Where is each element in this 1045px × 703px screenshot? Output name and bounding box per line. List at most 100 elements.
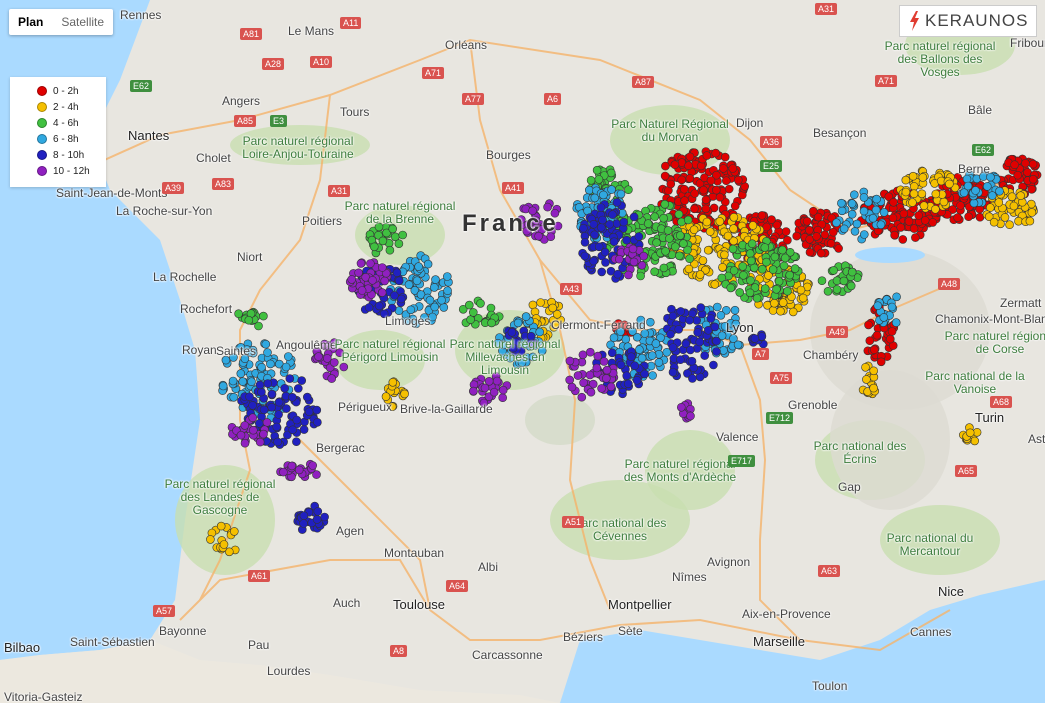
lightning-strike-marker (585, 347, 595, 357)
lightning-strike-marker (378, 236, 388, 246)
lightning-strike-marker (779, 261, 789, 271)
lightning-strike-marker (262, 418, 272, 427)
lightning-strike-marker (299, 425, 309, 434)
lightning-strike-marker (590, 230, 599, 240)
road-shield: A61 (248, 570, 271, 582)
lightning-strike-marker (596, 223, 606, 232)
lightning-strike-marker (670, 242, 680, 251)
park-label: Parc naturel régional Loire-Anjou-Tourai… (242, 134, 354, 161)
lightning-strike-marker (792, 231, 802, 241)
legend-swatch (37, 166, 47, 176)
lightning-strike-marker (723, 231, 733, 241)
lightning-strike-marker (829, 266, 838, 275)
city-label: Lourdes (267, 664, 311, 678)
lightning-strike-marker (636, 271, 645, 281)
city-label: Chamonix-Mont-Blanc (935, 312, 1045, 326)
lightning-strike-marker (580, 251, 590, 261)
age-legend: 0 - 2h 2 - 4h 4 - 6h 6 - 8h 8 - 10h 10 - 12h (10, 77, 106, 187)
lightning-strike-marker (282, 404, 291, 413)
lightning-strike-marker (729, 266, 739, 275)
lightning-strike-marker (624, 270, 633, 280)
lightning-strike-marker (675, 231, 685, 240)
lightning-strike-marker (274, 410, 283, 419)
lightning-strike-marker (218, 381, 228, 391)
country-label: France (462, 210, 559, 237)
lightning-map[interactable]: Rennes Le Mans Orléans Angers Tours Nantes Cho… (0, 0, 1045, 703)
lightning-strike-marker (521, 312, 531, 321)
lightning-strike-marker (962, 174, 972, 184)
lightning-strike-marker (876, 357, 886, 367)
lightning-strike-marker (805, 247, 815, 257)
lightning-strike-marker (785, 270, 795, 280)
lightning-strike-marker (266, 359, 275, 369)
lightning-strike-marker (536, 298, 545, 307)
lightning-strike-marker (733, 340, 743, 350)
lightning-strike-marker (643, 219, 653, 228)
satellite-button[interactable]: Satellite (52, 9, 113, 35)
road-shield: A71 (422, 67, 445, 79)
lightning-strike-marker (1013, 170, 1023, 180)
lightning-strike-marker (248, 413, 257, 423)
brand-name: KERAUNOS (925, 11, 1029, 30)
lightning-strike-marker (970, 436, 980, 446)
lightning-strike-marker (294, 465, 304, 475)
lightning-strike-marker (259, 405, 269, 415)
keraunos-logo[interactable]: KERAUNOS (899, 5, 1037, 37)
lightning-strike-marker (665, 234, 674, 243)
lightning-strike-marker (535, 327, 545, 337)
city-label: Brive-la-Gaillarde (400, 402, 493, 416)
lightning-strike-marker (313, 507, 323, 516)
lightning-strike-marker (368, 275, 377, 285)
lightning-strike-marker (607, 348, 617, 358)
lightning-strike-marker (849, 190, 859, 199)
lightning-strike-marker (689, 225, 699, 234)
lightning-strike-marker (469, 386, 478, 396)
lightning-strike-marker (244, 315, 254, 325)
lightning-strike-marker (939, 197, 949, 207)
lightning-strike-marker (592, 165, 602, 175)
city-label: Bergerac (316, 441, 365, 455)
lightning-strike-marker (683, 215, 693, 225)
city-label: Nice (938, 584, 965, 599)
lightning-strike-marker (380, 276, 390, 286)
lightning-strike-marker (660, 199, 670, 209)
lightning-strike-marker (498, 385, 508, 395)
lightning-strike-marker (675, 251, 684, 261)
lightning-strike-marker (670, 160, 680, 169)
city-label: Toulon (812, 679, 848, 693)
lightning-strike-marker (480, 383, 490, 393)
road-shield: A7 (752, 348, 770, 360)
road-shield: E3 (270, 115, 288, 127)
road-shield: A10 (310, 56, 333, 68)
park-label: Parc naturel régional des Landes de Gasc… (164, 477, 276, 517)
legend-swatch (37, 134, 47, 144)
lightning-strike-marker (834, 244, 843, 253)
lightning-strike-marker (846, 281, 856, 291)
lightning-strike-marker (623, 379, 633, 389)
road-shield: E717 (728, 455, 756, 467)
lightning-strike-marker (865, 336, 875, 346)
plan-button[interactable]: Plan (9, 9, 52, 35)
lightning-strike-marker (783, 235, 792, 245)
lightning-strike-marker (320, 512, 329, 522)
lightning-strike-marker (592, 363, 602, 373)
lightning-strike-marker (887, 302, 897, 312)
lightning-strike-marker (768, 306, 778, 315)
lightning-strike-marker (259, 311, 268, 321)
lightning-strike-marker (738, 262, 748, 271)
lightning-strike-marker (635, 345, 644, 354)
lightning-strike-marker (879, 313, 889, 322)
lightning-strike-marker (676, 355, 685, 365)
lightning-strike-marker (685, 345, 695, 355)
lightning-strike-marker (873, 301, 883, 311)
lightning-strike-marker (823, 286, 833, 296)
lightning-strike-marker (745, 249, 755, 258)
city-label: Royan (182, 343, 217, 357)
city-label: Marseille (753, 634, 806, 649)
city-label: Clermont-Ferrand (551, 318, 646, 332)
park-label: Parc Naturel Régional du Morvan (611, 117, 729, 144)
lightning-strike-marker (394, 239, 404, 248)
lightning-strike-marker (816, 248, 826, 258)
legend-item: 4 - 6h (10, 115, 106, 131)
lightning-strike-marker (796, 285, 806, 295)
